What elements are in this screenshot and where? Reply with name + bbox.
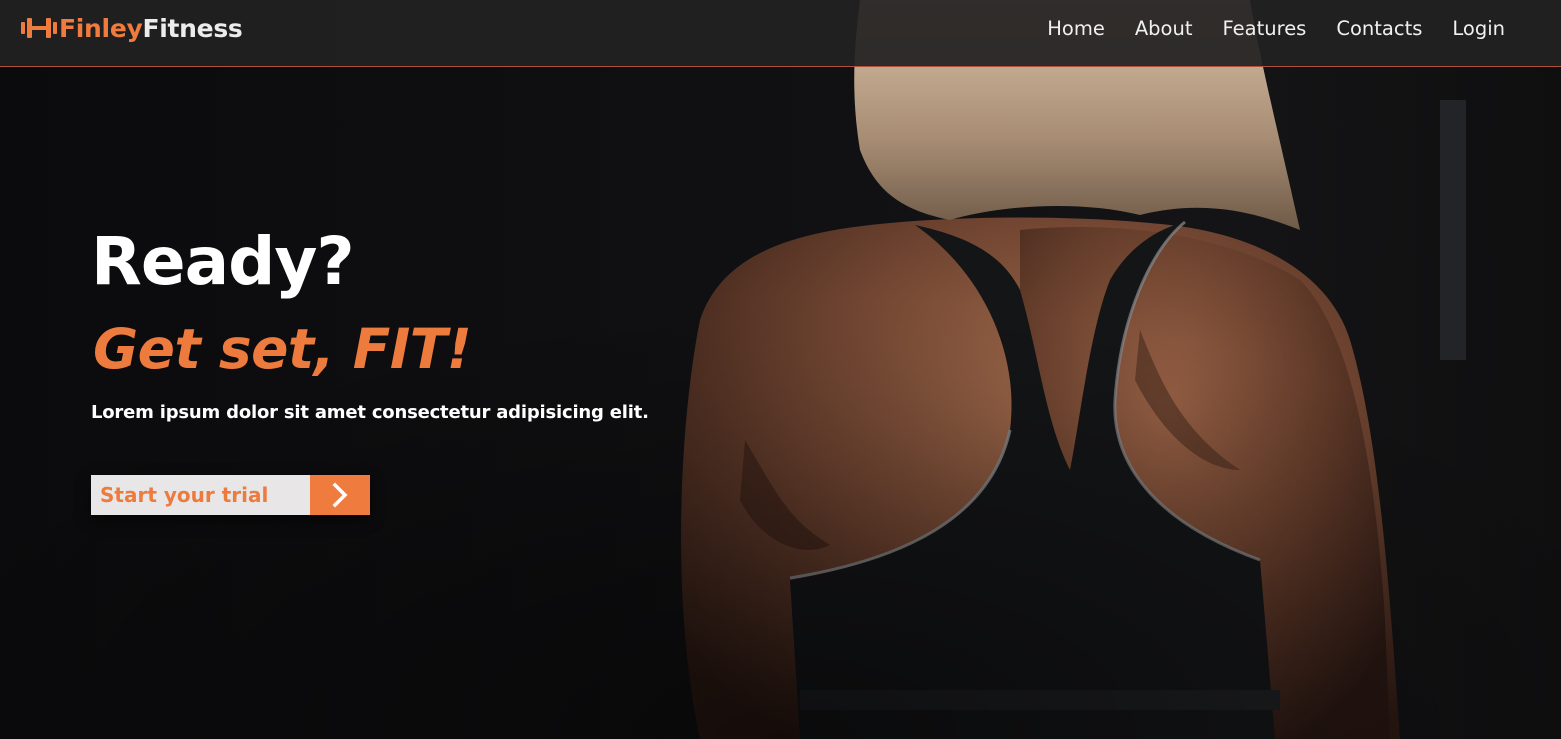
start-trial-label: Start your trial [91,475,310,515]
cta-arrow-box [310,475,370,515]
dumbbell-icon [21,18,57,38]
nav-link-contacts[interactable]: Contacts [1336,17,1422,40]
nav-menu: Home About Features Contacts Login [1017,14,1505,42]
nav-link-about[interactable]: About [1135,17,1193,40]
brand-logo[interactable]: Finley Fitness [20,12,243,44]
hero-title: Ready? [91,223,355,300]
start-trial-button[interactable]: Start your trial [91,475,370,515]
landing-page: Finley Fitness Home About Features Contac… [0,0,1561,739]
hero-subtitle: Get set, FIT! [93,317,472,381]
brand-name-part1: Finley [59,13,143,43]
nav-link-features[interactable]: Features [1223,17,1307,40]
hero-description: Lorem ipsum dolor sit amet consectetur a… [91,402,649,423]
chevron-right-icon [332,482,348,508]
nav-link-login[interactable]: Login [1452,17,1505,40]
nav-link-home[interactable]: Home [1047,17,1105,40]
navbar: Finley Fitness Home About Features Contac… [0,0,1561,67]
brand-name-part2: Fitness [142,13,243,43]
